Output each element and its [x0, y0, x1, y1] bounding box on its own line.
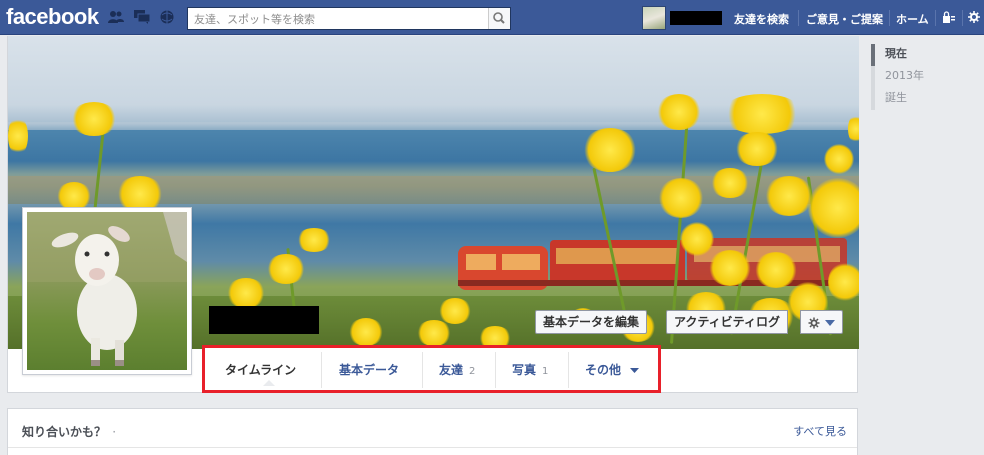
tab-label: タイムライン: [225, 363, 297, 377]
rapeseed-flower: [56, 182, 92, 210]
chevron-down-icon: [825, 320, 835, 326]
scrubber-item-born[interactable]: 誕生: [871, 88, 971, 110]
divider: [8, 447, 857, 448]
rapeseed-flower: [708, 250, 752, 286]
nav-divider: [798, 10, 799, 26]
tab-label: 基本データ: [339, 363, 400, 377]
scrubber-item-now[interactable]: 現在: [871, 44, 971, 66]
nav-divider: [889, 10, 890, 26]
pymk-title-text: 知り合いかも？: [22, 425, 107, 439]
pymk-dot: ·: [112, 425, 117, 439]
user-avatar[interactable]: [642, 6, 666, 30]
tab-more[interactable]: その他: [585, 354, 640, 387]
photos-count: 1: [542, 366, 549, 377]
tab-divider: [495, 352, 496, 388]
lamb-photo: [27, 212, 187, 370]
rapeseed-flower: [754, 252, 798, 288]
redacted-profile-name: [209, 306, 319, 334]
profile-tabs: タイムライン 基本データ 友達 2 写真 1 その他: [202, 345, 661, 393]
search-box[interactable]: [187, 7, 511, 30]
rapeseed-flower: [582, 128, 638, 172]
tab-divider: [422, 352, 423, 388]
tab-label: 友達: [439, 363, 464, 377]
see-all-link[interactable]: すべて見る: [793, 423, 847, 439]
privacy-lock-icon[interactable]: [942, 11, 956, 24]
search-icon: [493, 12, 505, 24]
feedback-link[interactable]: ご意見・ご提案: [806, 11, 883, 27]
profile-picture[interactable]: [22, 207, 192, 375]
rapeseed-flower: [658, 178, 704, 218]
search-button[interactable]: [488, 8, 510, 29]
rapeseed-flower: [734, 132, 780, 166]
rapeseed-flower: [828, 262, 859, 302]
rapeseed-flower: [416, 320, 452, 346]
chevron-down-icon: [630, 368, 640, 373]
rapeseed-flower: [720, 94, 804, 134]
pymk-title: 知り合いかも？ ·: [22, 423, 116, 440]
rapeseed-flower: [296, 228, 332, 252]
edit-profile-info-button[interactable]: 基本データを編集: [535, 310, 648, 334]
tab-divider: [321, 352, 322, 388]
nav-divider: [935, 10, 936, 26]
activity-log-button[interactable]: アクティビティログ: [666, 310, 788, 334]
rapeseed-flower: [764, 176, 814, 216]
profile-settings-dropdown[interactable]: [800, 310, 843, 334]
friends-icon[interactable]: [108, 10, 124, 24]
rapeseed-flower: [70, 102, 118, 136]
top-navigation-bar: facebook 友達を検索 ご意見・ご提案 ホーム: [0, 0, 984, 35]
tab-about[interactable]: 基本データ: [339, 354, 399, 387]
rapeseed-flower: [8, 116, 28, 156]
rapeseed-flower: [266, 254, 306, 284]
gear-icon: [808, 317, 820, 329]
find-friends-link[interactable]: 友達を検索: [734, 11, 789, 27]
rapeseed-flower: [808, 178, 859, 238]
rapeseed-flower: [226, 278, 266, 308]
active-tab-indicator: [263, 380, 275, 386]
search-input[interactable]: [188, 9, 484, 30]
rapeseed-flower: [438, 298, 472, 324]
rapeseed-flower: [848, 114, 859, 144]
facebook-logo[interactable]: facebook: [6, 4, 99, 30]
tab-photos[interactable]: 写真 1: [512, 354, 548, 387]
settings-gear-icon[interactable]: [968, 11, 980, 23]
tab-timeline[interactable]: タイムライン: [225, 354, 296, 387]
tab-friends[interactable]: 友達 2: [439, 354, 475, 387]
home-link[interactable]: ホーム: [896, 11, 929, 27]
redacted-user-name[interactable]: [670, 11, 722, 25]
rapeseed-flower: [348, 318, 384, 346]
notifications-icon[interactable]: [159, 10, 175, 24]
rapeseed-flower: [824, 144, 854, 174]
friends-count: 2: [469, 366, 476, 377]
rapeseed-flower: [656, 94, 702, 130]
nav-divider: [962, 10, 963, 26]
tab-label: 写真: [512, 363, 537, 377]
tab-label: その他: [585, 363, 622, 377]
lamb-illustration: [27, 212, 187, 366]
rapeseed-flower: [680, 222, 714, 256]
scrubber-item-2013[interactable]: 2013年: [871, 66, 971, 88]
rapeseed-flower: [710, 168, 750, 198]
messages-icon[interactable]: [134, 10, 150, 24]
timeline-scrubber: 現在 2013年 誕生: [871, 44, 971, 110]
tab-divider: [568, 352, 569, 388]
people-you-may-know-card: 知り合いかも？ · すべて見る: [7, 408, 858, 455]
